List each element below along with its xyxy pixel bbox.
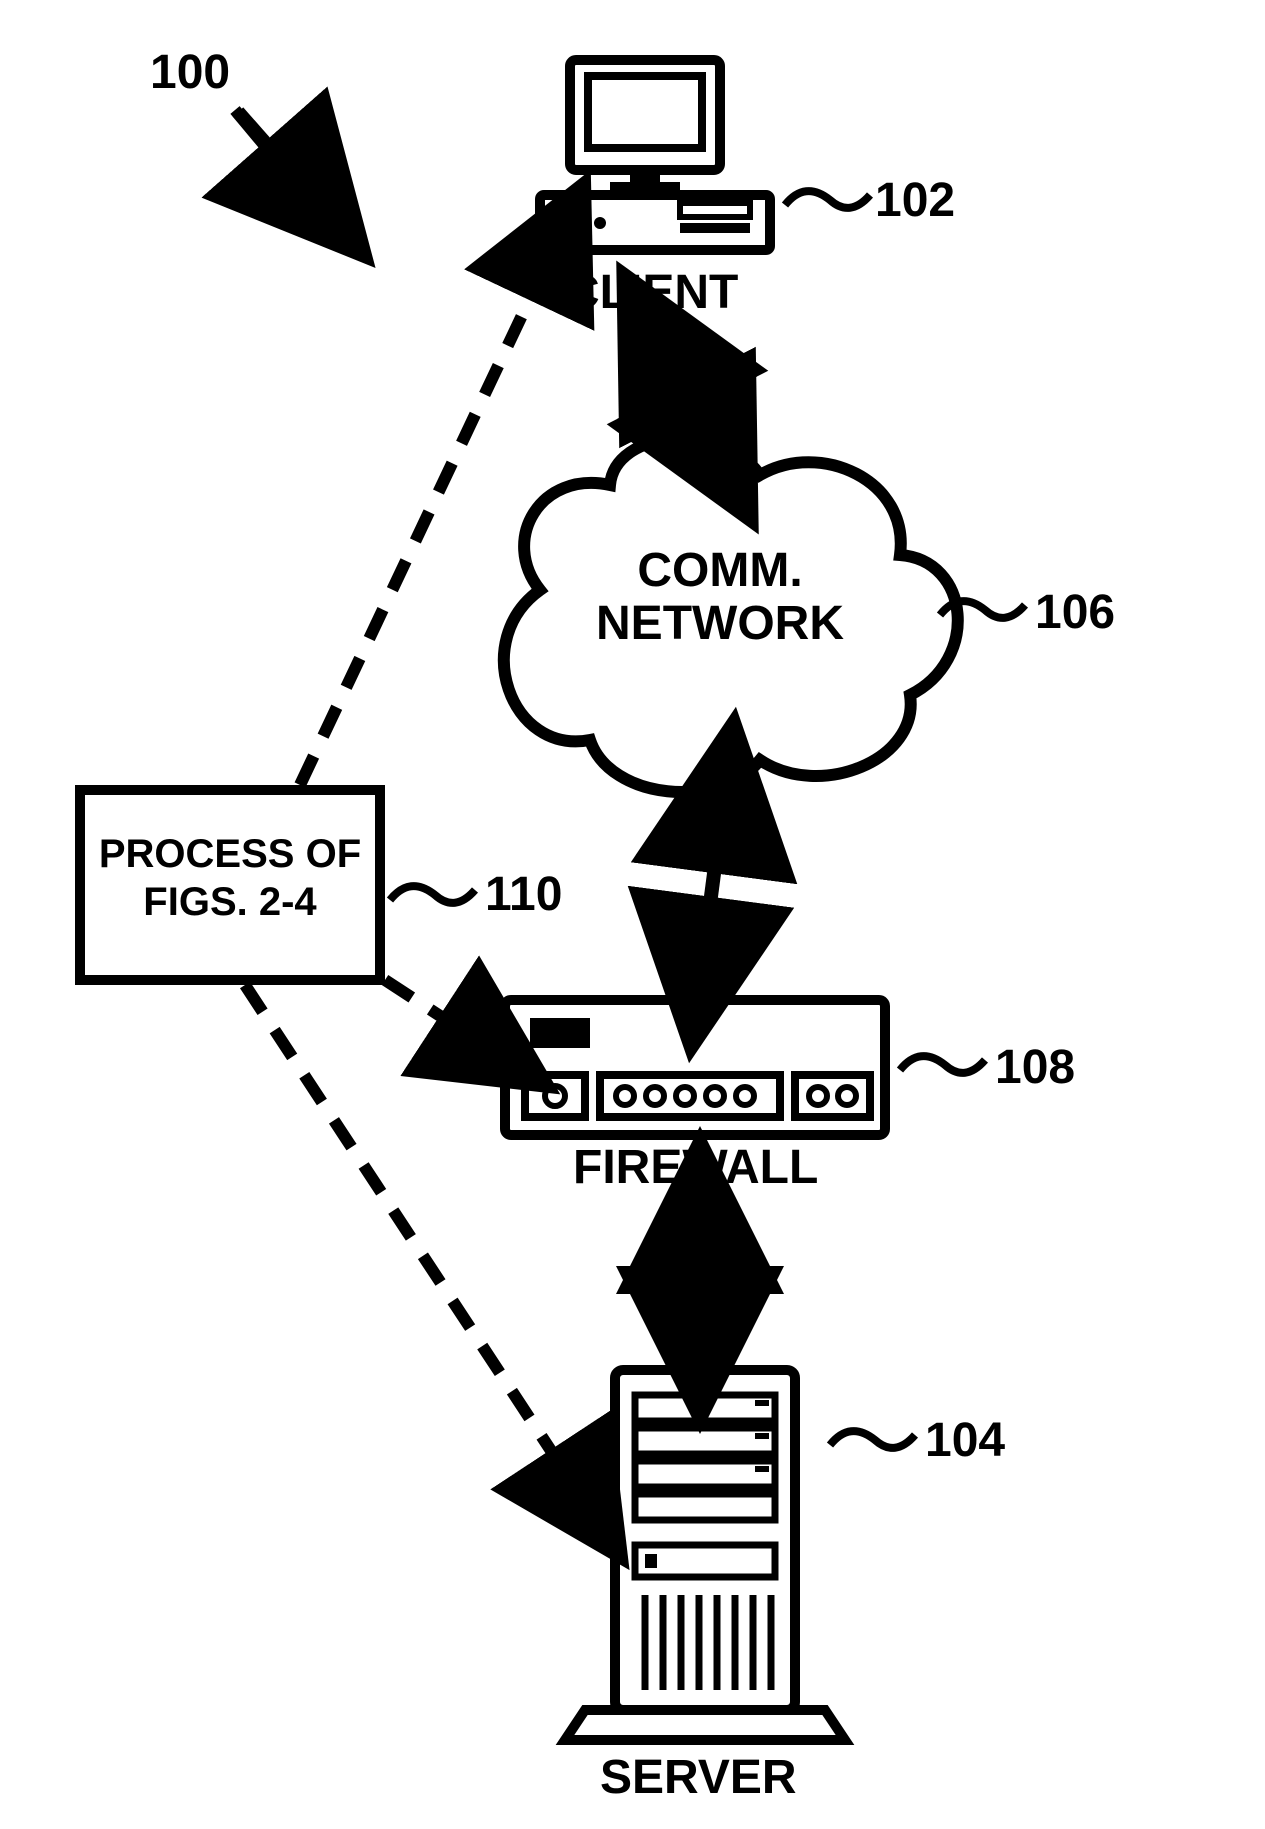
label-process-l2: FIGS. 2-4 — [143, 880, 316, 924]
tilde-104 — [830, 1431, 915, 1448]
ref-104: 104 — [925, 1413, 1005, 1468]
tilde-110 — [390, 886, 475, 903]
ref-100: 100 — [150, 45, 230, 100]
ref-108: 108 — [995, 1040, 1075, 1095]
ref-110: 110 — [485, 867, 562, 922]
arrow-network-firewall — [700, 790, 725, 980]
label-network: COMM. NETWORK — [580, 545, 860, 651]
label-process: PROCESS OF FIGS. 2-4 — [95, 830, 365, 926]
dashed-arrow-firewall — [385, 980, 500, 1055]
label-network-l2: NETWORK — [596, 597, 844, 650]
label-network-l1: COMM. — [637, 544, 802, 597]
ref-100-arrow — [235, 110, 330, 205]
label-process-l1: PROCESS OF — [99, 832, 361, 876]
label-client: CLIENT — [565, 265, 738, 320]
firewall-icon — [505, 1000, 885, 1135]
tilde-108 — [900, 1056, 985, 1073]
client-computer-icon — [540, 60, 770, 250]
server-icon — [565, 1370, 845, 1740]
label-firewall: FIREWALL — [573, 1140, 818, 1195]
tilde-102 — [785, 191, 870, 208]
ref-102: 102 — [875, 173, 955, 228]
diagram-canvas: 100 102 CLIENT COMM. NETWORK 106 PROCESS… — [0, 0, 1265, 1829]
ref-106: 106 — [1035, 585, 1115, 640]
label-server: SERVER — [600, 1750, 797, 1805]
